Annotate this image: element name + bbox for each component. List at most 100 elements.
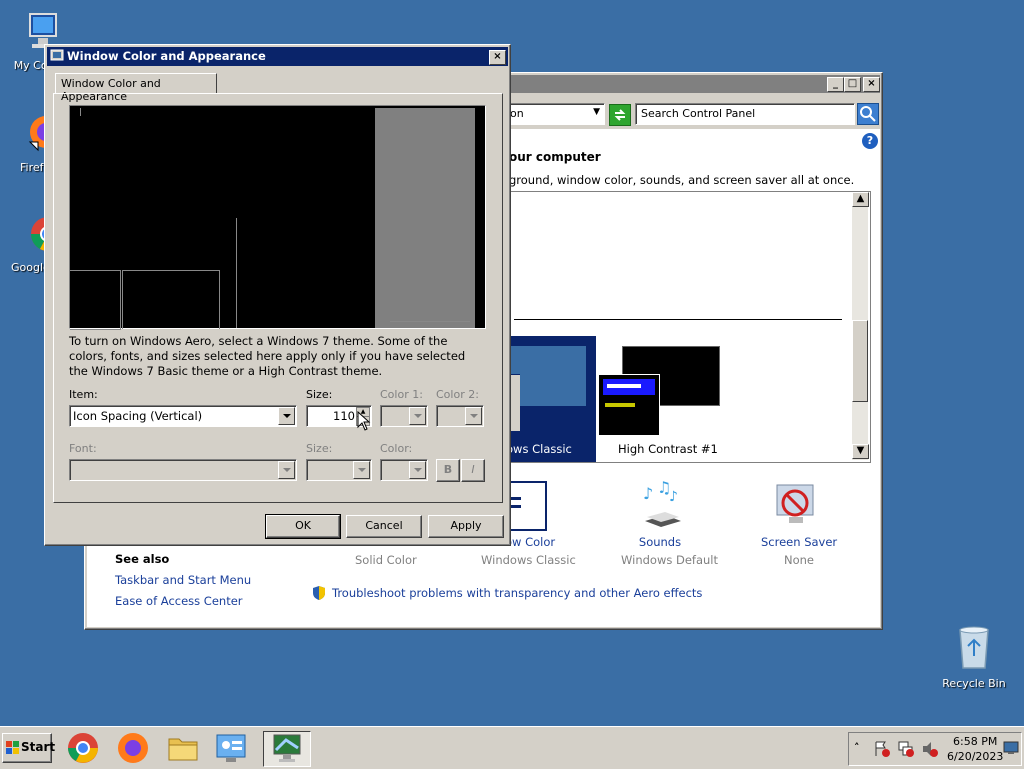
ok-button[interactable]: OK [265,514,341,539]
item-dropdown-value: Icon Spacing (Vertical) [73,409,203,423]
windows-logo-icon [6,741,19,754]
item-title[interactable]: Sounds [621,535,699,549]
troubleshoot-link[interactable]: Troubleshoot problems with transparency … [332,586,702,600]
window-color-dialog[interactable]: Window Color and Appearance × Window Col… [44,44,511,546]
preview-window-outline [122,270,220,329]
screen-saver-item[interactable]: Screen Saver None [761,481,843,567]
item-title[interactable]: Screen Saver [761,535,837,549]
see-also-link-taskbar[interactable]: Taskbar and Start Menu [115,573,251,587]
screen-saver-icon [776,484,814,523]
size-spinner-value: 110 [333,409,355,423]
firefox-icon [118,733,148,763]
bold-button[interactable]: B [436,459,460,482]
aero-info-text: To turn on Windows Aero, select a Window… [69,334,466,378]
preview-scroll-strip [475,108,483,328]
help-icon[interactable]: ? [862,133,878,149]
clock-date[interactable]: 6/20/2023 [947,750,1003,763]
chevron-up-icon[interactable]: ˄ [854,741,860,754]
chevron-down-icon [278,461,295,479]
color1-picker[interactable] [380,405,428,427]
taskbar-control-panel[interactable] [214,731,254,765]
show-desktop-icon[interactable] [1003,741,1019,755]
taskbar-chrome[interactable] [66,731,106,765]
scroll-up-button[interactable]: ▲ [852,192,869,207]
search-input[interactable]: Search Control Panel [635,103,855,125]
search-placeholder: Search Control Panel [641,107,756,120]
close-button[interactable]: × [863,77,880,92]
address-bar[interactable]: on ▼ [505,103,605,125]
address-text: on [510,107,524,120]
svg-text:♪: ♪ [643,484,653,503]
theme-windows-classic[interactable]: ows Classic [506,336,596,462]
window-color-icon [509,481,547,531]
font-dropdown[interactable] [69,459,297,481]
preview-line [390,321,470,322]
taskbar-firefox[interactable] [116,731,156,765]
dialog-close-button[interactable]: × [489,50,506,65]
refresh-button[interactable] [609,104,631,126]
sounds-item[interactable]: ♪ ♫ ♪ Sounds Windows Default [621,481,741,567]
apply-button[interactable]: Apply [428,515,504,538]
window-color-item[interactable]: ow Color [505,481,565,563]
shield-icon [313,586,325,600]
desktop-icon-recycle-bin[interactable]: Recycle Bin [938,624,1010,690]
theme-label: ows Classic [506,442,572,456]
sounds-icon: ♪ ♫ ♪ [643,481,681,527]
mouse-cursor-icon [357,411,371,431]
chevron-down-icon [465,407,482,425]
chevron-down-icon[interactable]: ▼ [593,107,600,117]
italic-button[interactable]: I [461,459,485,482]
action-center-flag-icon[interactable] [873,740,891,758]
theme-list-scrollbar[interactable]: ▲ ▼ [852,192,869,460]
svg-text:♪: ♪ [669,489,678,505]
chrome-icon [68,733,98,763]
folder-icon [168,738,198,761]
preview-window-outline [70,270,121,330]
color1-label: Color 1: [380,388,423,401]
item-title[interactable]: ow Color [505,535,555,549]
network-icon[interactable] [897,740,915,758]
font-size-dropdown[interactable] [306,459,372,481]
dialog-titlebar[interactable]: Window Color and Appearance [47,47,508,66]
cancel-button[interactable]: Cancel [346,515,422,538]
start-button[interactable]: Start [2,733,56,763]
item-label: Item: [69,388,98,401]
taskbar-display-settings[interactable] [263,731,311,767]
item-subtitle: None [783,553,814,567]
search-button[interactable] [857,103,879,125]
volume-icon[interactable] [921,740,939,758]
preview-pane [69,105,486,330]
color2-picker[interactable] [436,405,484,427]
font-size-label: Size: [306,442,333,455]
desktop-background-subtitle: Solid Color [355,553,417,567]
font-color-picker[interactable] [380,459,428,481]
clock-time[interactable]: 6:58 PM [953,735,997,748]
theme-divider [514,319,842,320]
system-tray: ˄ 6:58 PM 6/20/2023 [848,732,1022,766]
refresh-icon [614,109,626,121]
scroll-thumb[interactable] [852,320,868,402]
see-also-title: See also [115,552,170,566]
chevron-down-icon[interactable] [278,407,295,425]
page-description: ground, window color, sounds, and screen… [509,173,855,187]
theme-preview-front [598,374,660,436]
desktop-icon-label: Recycle Bin [942,677,1006,690]
item-dropdown[interactable]: Icon Spacing (Vertical) [69,405,297,427]
see-also-link-ease-of-access[interactable]: Ease of Access Center [115,594,243,608]
maximize-button[interactable]: □ [844,77,861,92]
minimize-button[interactable]: _ [827,77,844,92]
scroll-down-button[interactable]: ▼ [852,444,869,459]
size-label: Size: [306,388,333,401]
dialog-title: Window Color and Appearance [67,49,266,63]
start-label: Start [21,740,56,754]
page-heading: our computer [509,150,601,164]
font-label: Font: [69,442,97,455]
dialog-app-icon [50,49,64,61]
taskbar-explorer[interactable] [166,731,206,765]
preview-line [80,108,81,116]
theme-list[interactable]: ows Classic High Contrast #1 ▲ ▼ [505,191,871,463]
theme-high-contrast-1[interactable]: High Contrast #1 [598,336,842,462]
tab-window-color[interactable]: Window Color and Appearance [55,73,217,103]
taskbar: Start ˄ 6:58 PM 6/20/2023 [0,726,1024,769]
chevron-down-icon [409,461,426,479]
